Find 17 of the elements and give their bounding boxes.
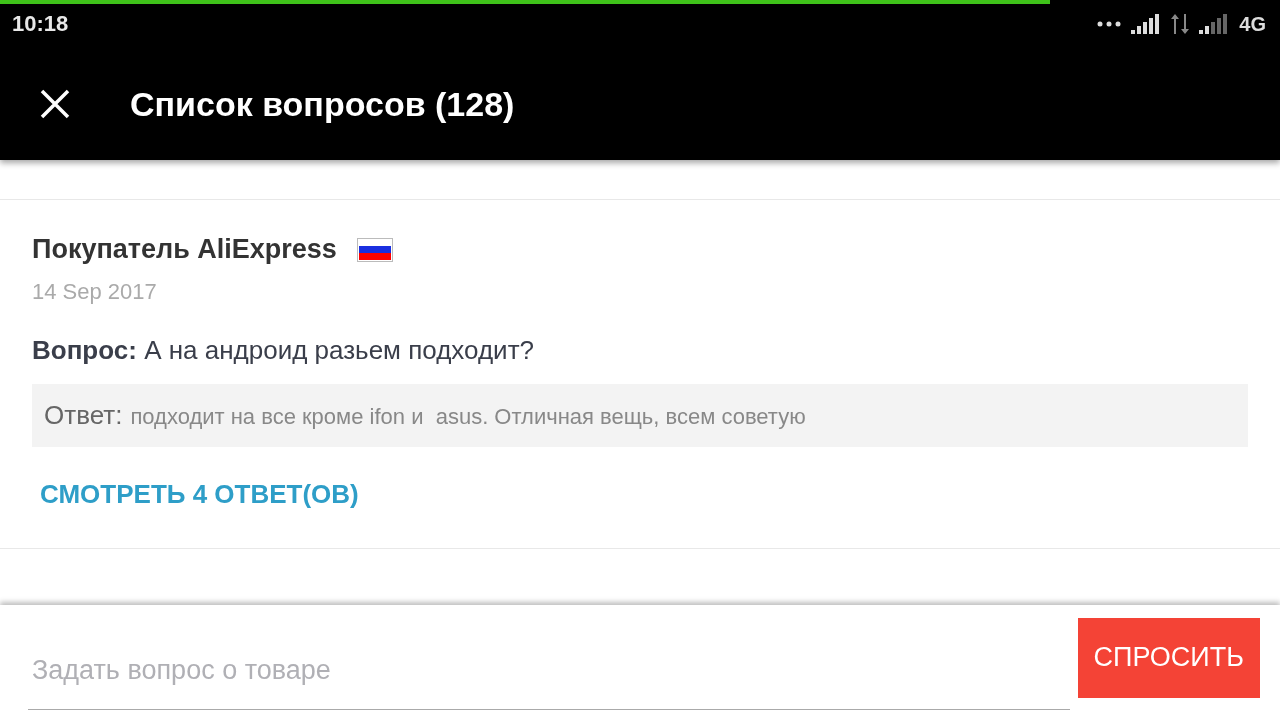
author-name: Покупатель AliExpress <box>32 234 337 265</box>
data-arrows-icon <box>1171 14 1190 34</box>
more-icon <box>1097 21 1122 27</box>
answer-text: подходит на все кроме ifon и asus. Отличная вещь, всем советую <box>130 404 806 430</box>
clock: 10:18 <box>12 11 69 37</box>
signal-icon <box>1131 14 1162 34</box>
close-icon[interactable] <box>40 89 70 119</box>
question-input-field[interactable]: Задать вопрос о товаре <box>28 635 1070 710</box>
page-title: Список вопросов (128) <box>130 84 515 124</box>
answer-label: Ответ: <box>44 400 123 431</box>
ask-button[interactable]: СПРОСИТЬ <box>1077 617 1260 698</box>
network-type: 4G <box>1239 12 1266 36</box>
flag-icon <box>356 237 393 262</box>
signal-icon <box>1199 14 1230 34</box>
question-text: Вопрос: А на андроид разьем подходит? <box>32 335 534 366</box>
view-answers-link[interactable]: СМОТРЕТЬ 4 ОТВЕТ(ОВ) <box>40 479 359 510</box>
question-date: 14 Sep 2017 <box>32 279 157 305</box>
